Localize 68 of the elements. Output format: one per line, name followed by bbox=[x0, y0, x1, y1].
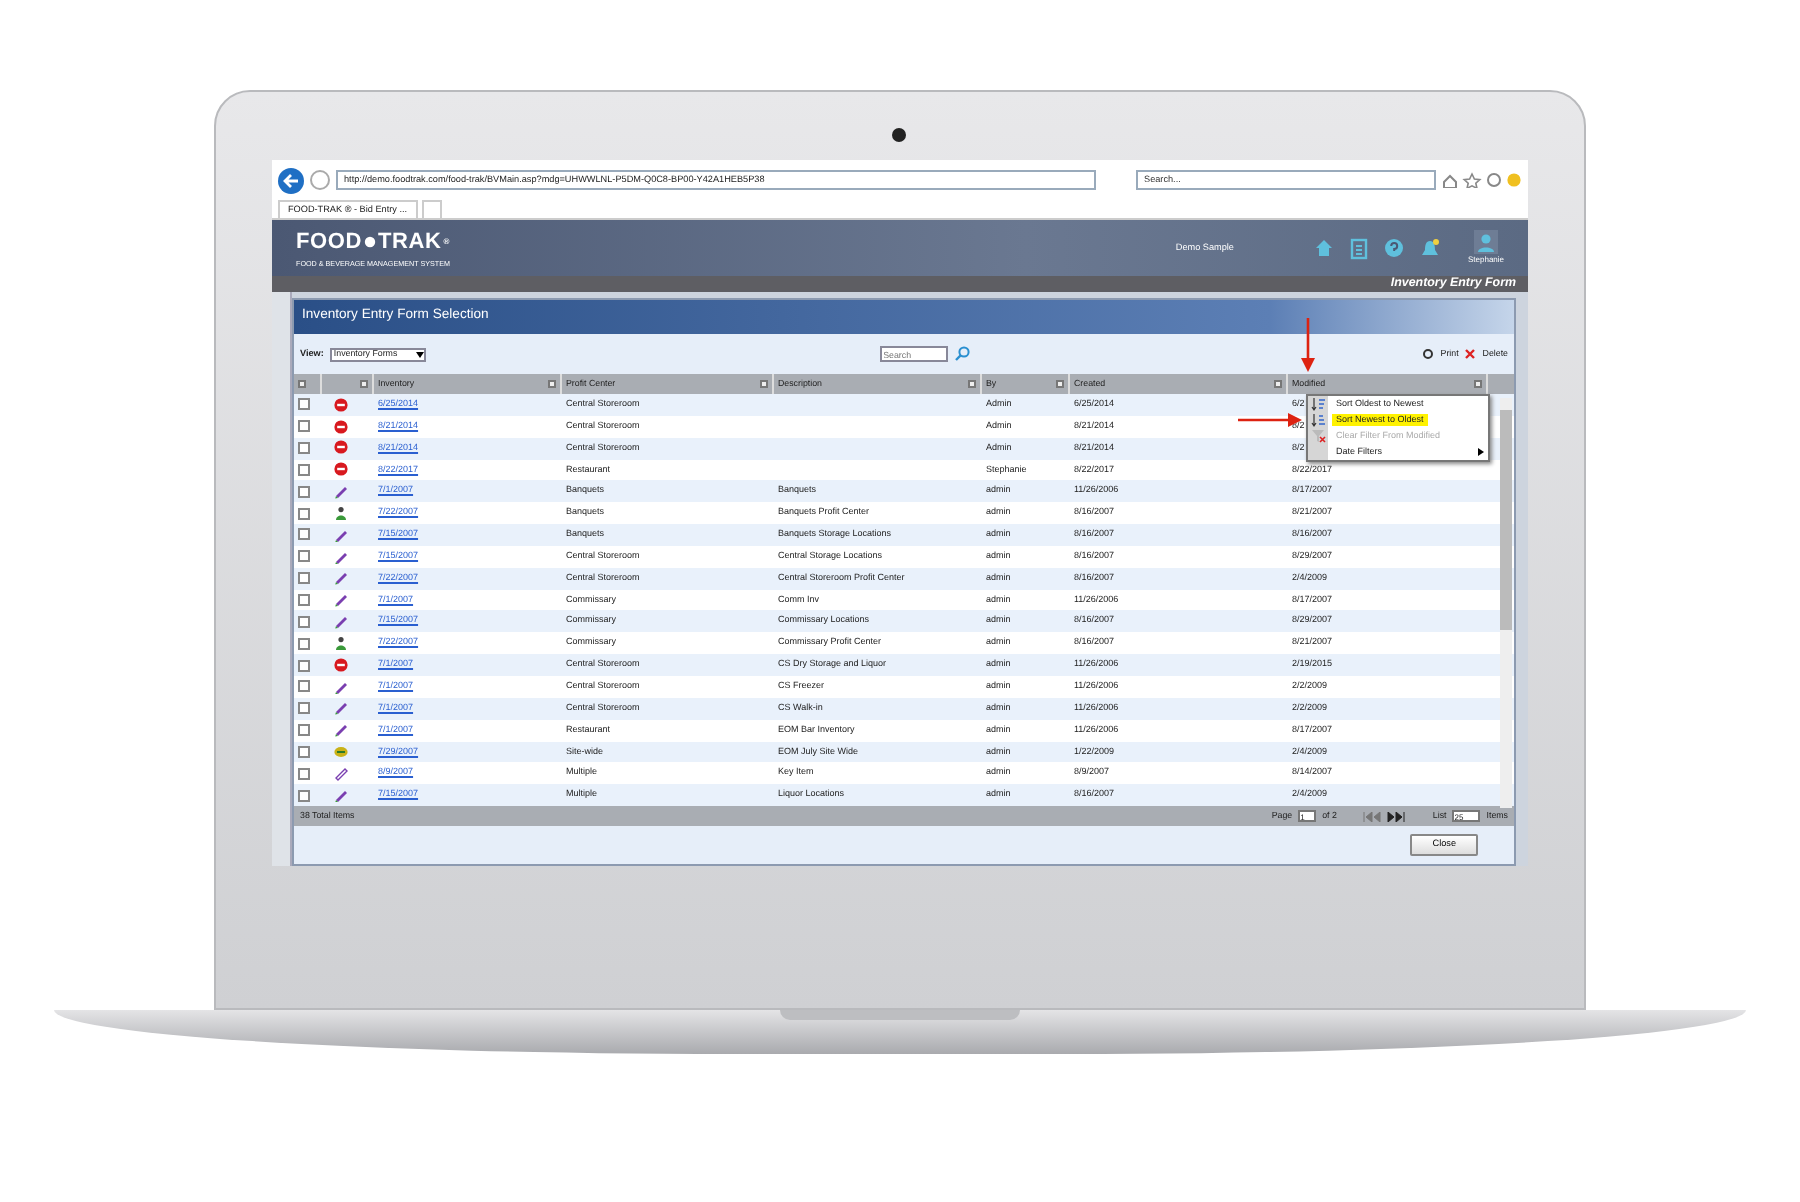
row-checkbox[interactable] bbox=[298, 550, 310, 563]
scrollbar-thumb[interactable] bbox=[1500, 410, 1512, 630]
pencil-icon bbox=[334, 549, 348, 565]
camera-icon bbox=[892, 128, 906, 142]
row-checkbox[interactable] bbox=[298, 615, 310, 628]
caret-icon bbox=[415, 351, 424, 357]
stop-icon bbox=[334, 657, 348, 673]
list-icon[interactable] bbox=[1349, 237, 1368, 259]
pencil-icon bbox=[334, 722, 348, 738]
back-button[interactable] bbox=[278, 167, 304, 193]
pencil-icon bbox=[334, 484, 348, 500]
scrollbar[interactable] bbox=[1500, 398, 1512, 808]
pager-arrows-icon[interactable] bbox=[1362, 811, 1407, 822]
site-wide-icon bbox=[334, 744, 348, 760]
row-checkbox[interactable] bbox=[298, 463, 310, 476]
row-checkbox[interactable] bbox=[298, 789, 310, 802]
pencil-icon bbox=[334, 679, 348, 695]
stop-icon bbox=[334, 419, 348, 435]
annotation-arrow bbox=[1301, 318, 1315, 372]
row-checkbox[interactable] bbox=[298, 680, 310, 693]
row-checkbox[interactable] bbox=[298, 637, 310, 650]
sort-descending-icon bbox=[1310, 412, 1326, 428]
row-checkbox[interactable] bbox=[298, 745, 310, 758]
stop-icon bbox=[334, 462, 348, 478]
bell-icon[interactable] bbox=[1419, 237, 1440, 259]
row-checkbox[interactable] bbox=[298, 485, 310, 498]
search-icon[interactable] bbox=[953, 346, 970, 362]
row-checkbox[interactable] bbox=[298, 594, 310, 607]
user-avatar-icon[interactable] bbox=[1473, 230, 1498, 254]
logo-dot-icon bbox=[363, 236, 376, 249]
column-filter-button[interactable] bbox=[968, 380, 976, 388]
column-filter-button[interactable] bbox=[548, 380, 556, 388]
logo-text: TRAK bbox=[377, 228, 442, 259]
forward-button[interactable] bbox=[310, 170, 330, 190]
stop-icon bbox=[334, 397, 348, 413]
pencil-outline-icon bbox=[334, 766, 348, 782]
row-checkbox[interactable] bbox=[298, 572, 310, 585]
stop-icon bbox=[334, 440, 348, 456]
row-checkbox[interactable] bbox=[298, 767, 310, 780]
column-filter-button[interactable] bbox=[1056, 380, 1064, 388]
help-icon[interactable] bbox=[1383, 238, 1404, 258]
logo-text: FOOD bbox=[296, 228, 362, 259]
delete-icon[interactable] bbox=[1464, 348, 1477, 360]
pencil-icon bbox=[334, 787, 348, 803]
pencil-icon bbox=[334, 700, 348, 716]
home-icon[interactable] bbox=[1313, 238, 1334, 258]
row-checkbox[interactable] bbox=[298, 442, 310, 455]
pencil-icon bbox=[334, 570, 348, 586]
column-filter-button[interactable] bbox=[760, 380, 768, 388]
pencil-icon bbox=[334, 614, 348, 630]
clear-filter-icon bbox=[1310, 428, 1326, 444]
sort-ascending-icon bbox=[1310, 396, 1326, 412]
row-checkbox[interactable] bbox=[298, 398, 310, 411]
row-checkbox[interactable] bbox=[298, 507, 310, 520]
column-filter-button[interactable] bbox=[1274, 380, 1282, 388]
submenu-arrow-icon bbox=[1478, 448, 1484, 456]
annotation-arrow bbox=[1238, 413, 1302, 427]
row-checkbox[interactable] bbox=[298, 420, 310, 433]
row-checkbox[interactable] bbox=[298, 724, 310, 737]
toolbar-icons-drawing[interactable] bbox=[1442, 172, 1522, 188]
row-checkbox[interactable] bbox=[298, 528, 310, 541]
pencil-icon bbox=[334, 527, 348, 543]
row-checkbox[interactable] bbox=[298, 659, 310, 672]
pencil-icon bbox=[334, 592, 348, 608]
row-checkbox[interactable] bbox=[298, 702, 310, 715]
column-filter-button[interactable] bbox=[360, 380, 368, 388]
column-filter-button[interactable] bbox=[1474, 380, 1482, 388]
column-filter-button[interactable] bbox=[298, 380, 306, 388]
